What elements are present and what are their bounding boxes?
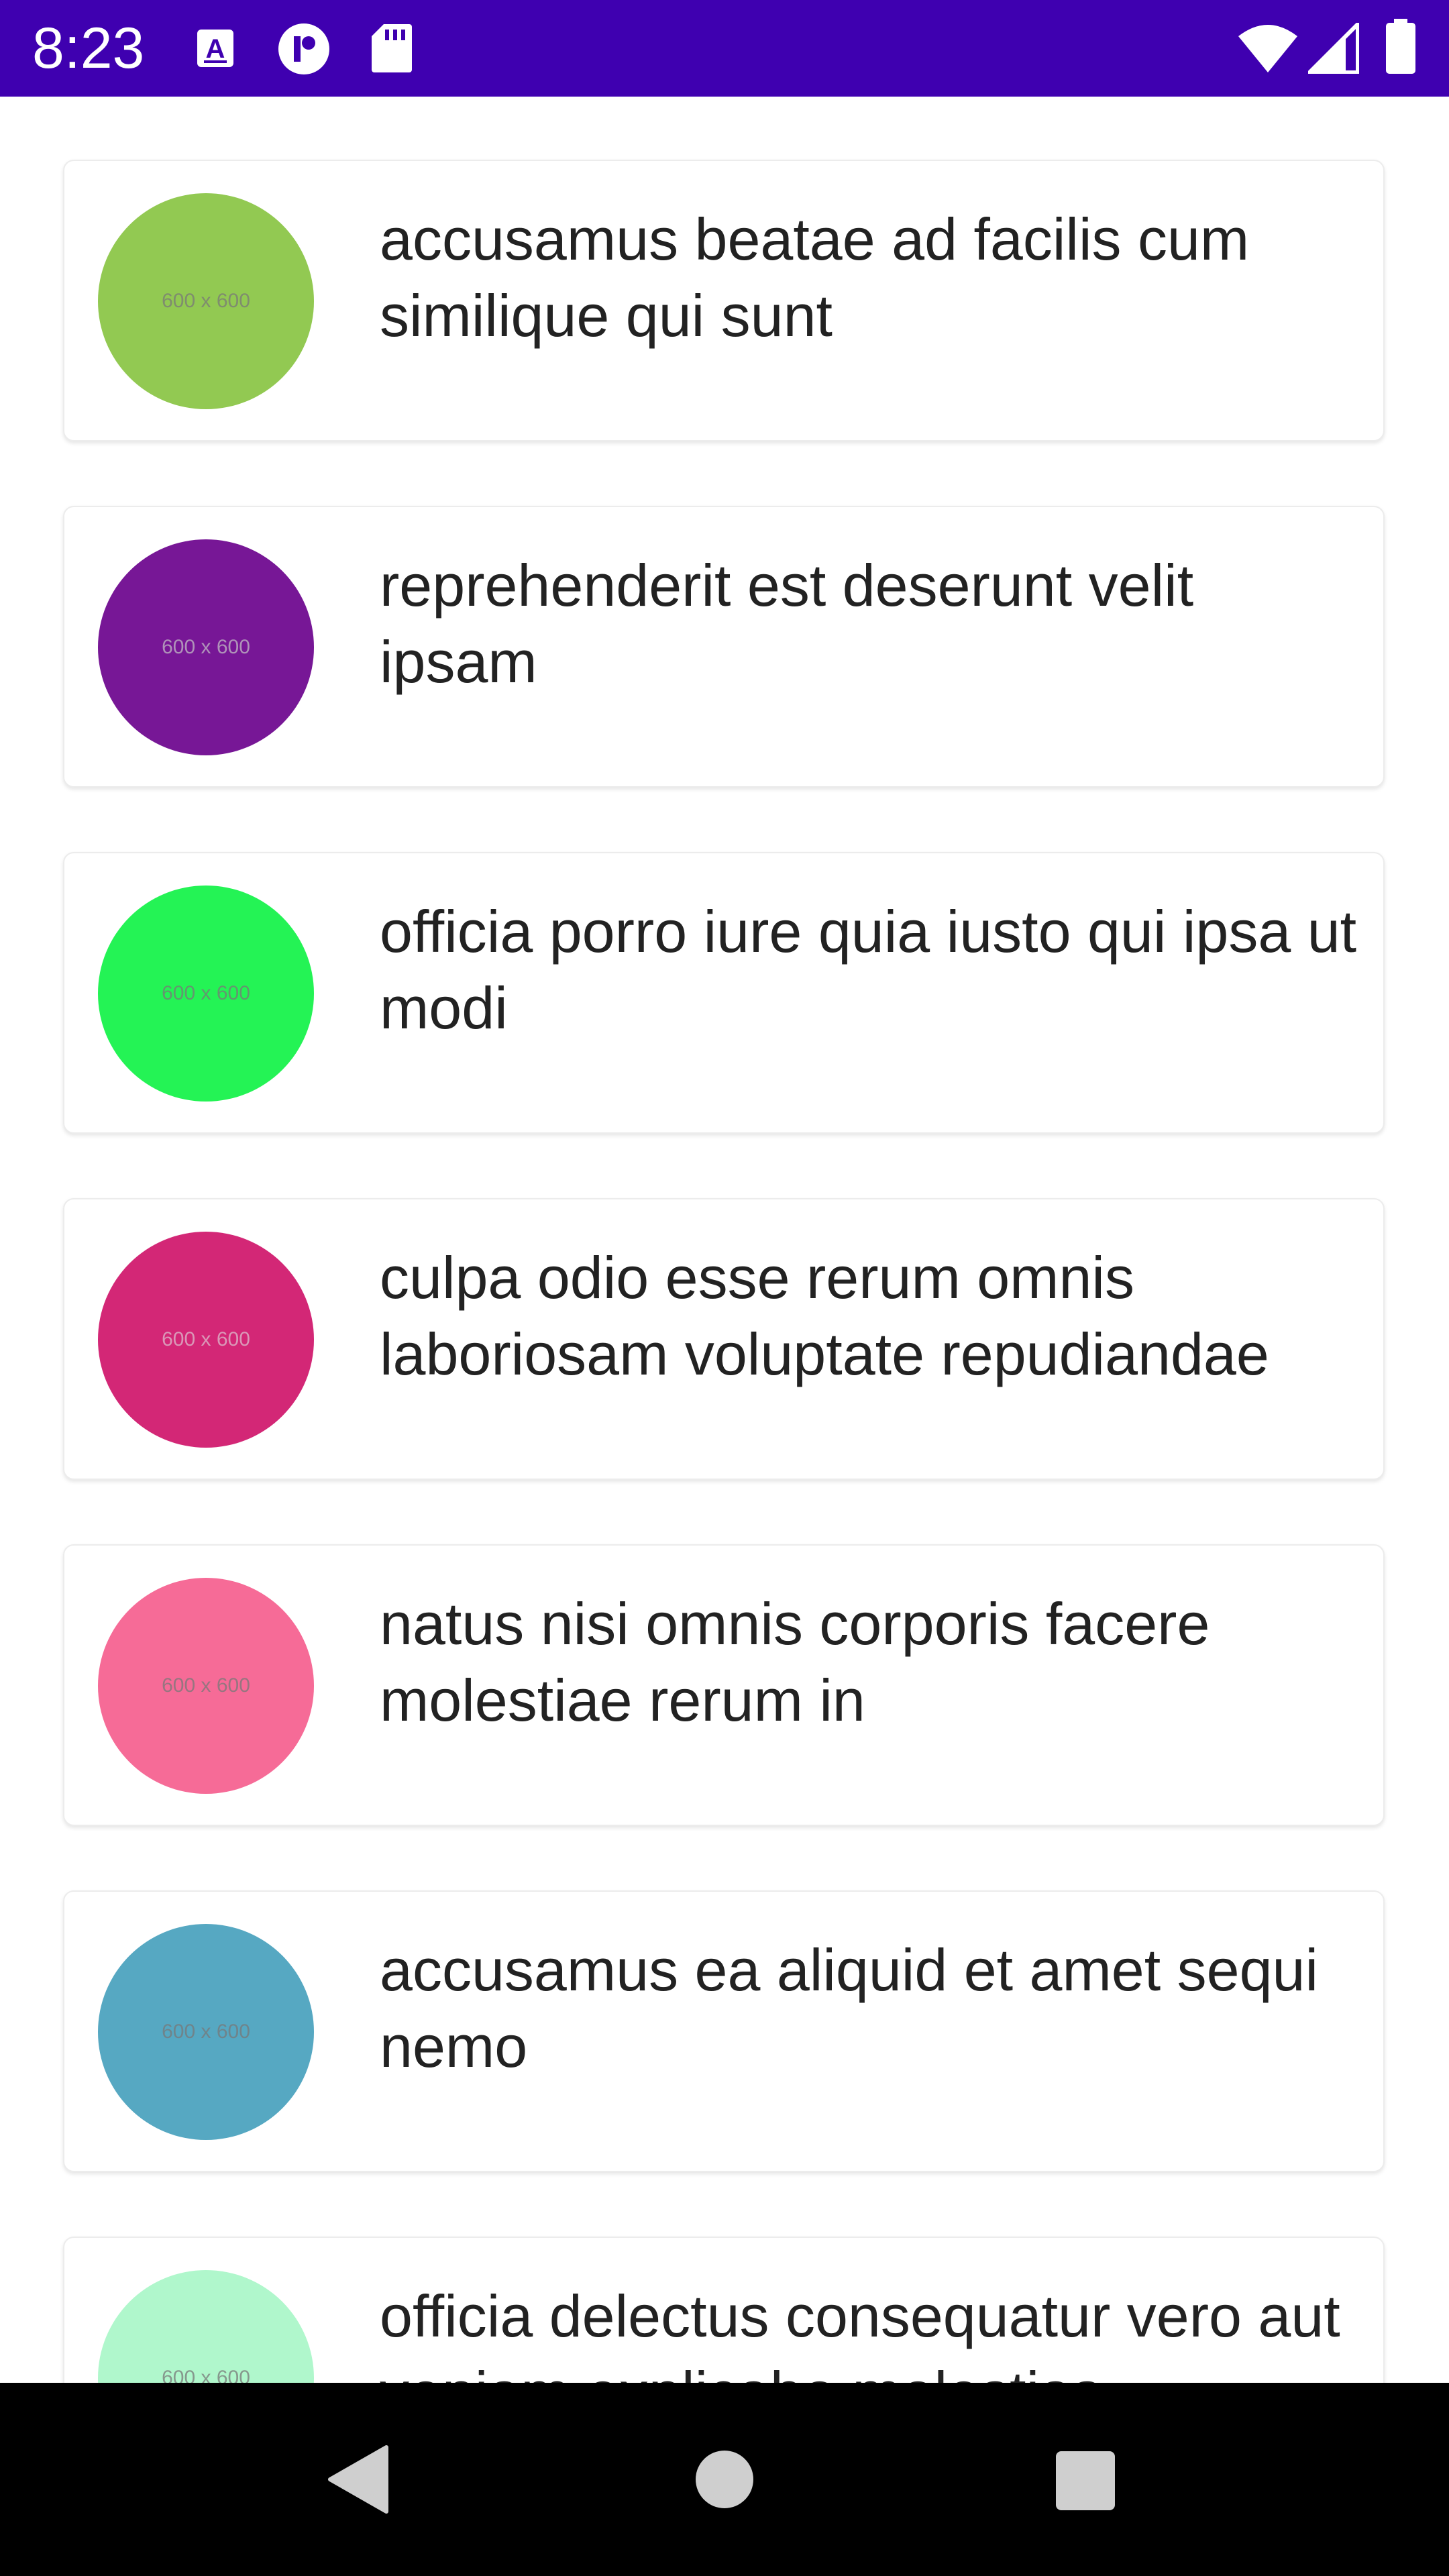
list-item[interactable]: 600 x 600 officia porro iure quia iusto … [63, 852, 1385, 1134]
list-item[interactable]: 600 x 600 natus nisi omnis corporis face… [63, 1544, 1385, 1826]
list-item[interactable]: 600 x 600 reprehenderit est deserunt vel… [63, 506, 1385, 788]
a-notification-icon: A [197, 30, 233, 67]
status-bar: 8:23 A [0, 0, 1449, 97]
thumbnail-image: 600 x 600 [98, 539, 314, 755]
back-icon[interactable] [325, 2443, 392, 2516]
list-item[interactable]: 600 x 600 culpa odio esse rerum omnis la… [63, 1198, 1385, 1480]
list-item[interactable]: 600 x 600 accusamus ea aliquid et amet s… [63, 1890, 1385, 2172]
item-title: officia delectus consequatur vero aut ve… [380, 2283, 1340, 2383]
item-title: culpa odio esse rerum omnis laboriosam v… [380, 1244, 1269, 1387]
svg-text:A: A [206, 34, 225, 64]
thumbnail-text: 600 x 600 [162, 2367, 250, 2383]
thumbnail-image: 600 x 600 [98, 1232, 314, 1448]
cell-signal-icon [1308, 23, 1359, 74]
list-item[interactable]: 600 x 600 accusamus beatae ad facilis cu… [63, 160, 1385, 441]
recents-icon[interactable] [1055, 2450, 1116, 2512]
thumbnail-text: 600 x 600 [162, 636, 250, 658]
photo-list[interactable]: 600 x 600 accusamus beatae ad facilis cu… [0, 97, 1449, 2383]
sd-card-icon [372, 24, 412, 72]
home-icon[interactable] [694, 2449, 755, 2510]
thumbnail-text: 600 x 600 [162, 982, 250, 1004]
item-title: accusamus ea aliquid et amet sequi nemo [380, 1937, 1319, 2080]
item-title: officia porro iure quia iusto qui ipsa u… [380, 898, 1357, 1041]
thumbnail-image: 600 x 600 [98, 885, 314, 1102]
thumbnail-text: 600 x 600 [162, 1674, 250, 1697]
wifi-icon [1238, 25, 1297, 72]
thumbnail-image: 600 x 600 [98, 193, 314, 409]
thumbnail-image: 600 x 600 [98, 2270, 314, 2383]
app-notification-icon [278, 23, 329, 74]
thumbnail-text: 600 x 600 [162, 1328, 250, 1350]
list-item[interactable]: 600 x 600 officia delectus consequatur v… [63, 2237, 1385, 2383]
item-title: accusamus beatae ad facilis cum similiqu… [380, 206, 1250, 349]
battery-icon [1386, 19, 1415, 74]
thumbnail-image: 600 x 600 [98, 1924, 314, 2140]
item-title: natus nisi omnis corporis facere molesti… [380, 1591, 1210, 1733]
item-title: reprehenderit est deserunt velit ipsam [380, 552, 1194, 695]
thumbnail-image: 600 x 600 [98, 1578, 314, 1794]
status-time: 8:23 [32, 16, 145, 80]
navigation-bar [0, 2383, 1449, 2576]
thumbnail-text: 600 x 600 [162, 290, 250, 312]
thumbnail-text: 600 x 600 [162, 2021, 250, 2043]
